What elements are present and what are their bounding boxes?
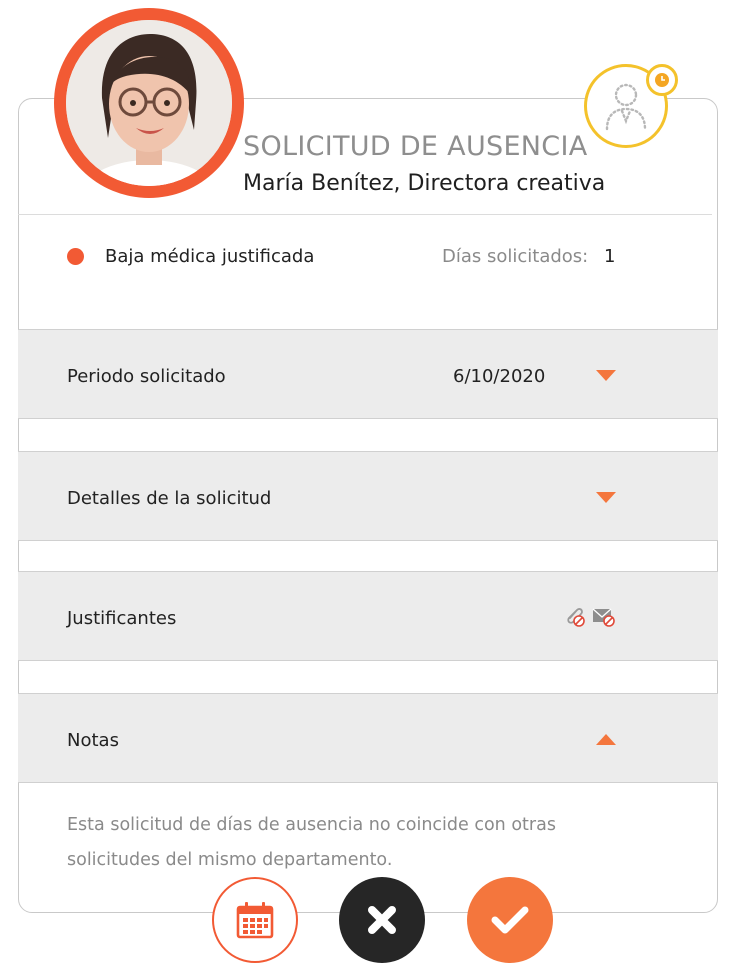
calendar-icon <box>236 902 274 939</box>
section-attachments-label: Justificantes <box>67 608 177 629</box>
page-title: SOLICITUD DE AUSENCIA <box>243 131 588 162</box>
section-period-label: Periodo solicitado <box>67 366 226 387</box>
notes-text-line: Esta solicitud de días de ausencia no co… <box>67 815 556 835</box>
user-dotted-icon <box>605 83 647 131</box>
employee-name: María Benítez, Directora creativa <box>243 171 606 196</box>
clock-badge-icon <box>646 64 678 96</box>
avatar <box>54 8 244 198</box>
attachment-icons <box>563 604 617 628</box>
section-attachments[interactable]: Justificantes <box>18 571 718 661</box>
days-requested-value: 1 <box>604 246 616 267</box>
envelope-blocked-icon[interactable] <box>591 604 617 628</box>
section-notes[interactable]: Notas <box>18 693 718 783</box>
notes-text-line: solicitudes del mismo departamento. <box>67 850 393 870</box>
days-requested-label: Días solicitados: <box>442 246 589 267</box>
section-details[interactable]: Detalles de la solicitud <box>18 451 718 541</box>
notes-text: Esta solicitud de días de ausencia no co… <box>67 808 667 878</box>
reject-button[interactable] <box>339 877 425 963</box>
chevron-down-icon[interactable] <box>596 492 616 504</box>
approve-button[interactable] <box>467 877 553 963</box>
header-divider <box>18 214 712 215</box>
calendar-button[interactable] <box>212 877 298 963</box>
section-details-label: Detalles de la solicitud <box>67 488 272 509</box>
paperclip-blocked-icon[interactable] <box>563 604 587 628</box>
chevron-up-icon[interactable] <box>596 734 616 746</box>
absence-type-label: Baja médica justificada <box>105 246 315 267</box>
check-icon <box>491 906 529 934</box>
employee-photo <box>66 20 232 186</box>
section-period[interactable]: Periodo solicitado 6/10/2020 <box>18 329 718 419</box>
section-notes-label: Notas <box>67 730 119 751</box>
absence-type-dot <box>67 248 84 265</box>
chevron-down-icon[interactable] <box>596 370 616 382</box>
close-icon <box>368 906 396 934</box>
section-period-value: 6/10/2020 <box>453 366 546 387</box>
